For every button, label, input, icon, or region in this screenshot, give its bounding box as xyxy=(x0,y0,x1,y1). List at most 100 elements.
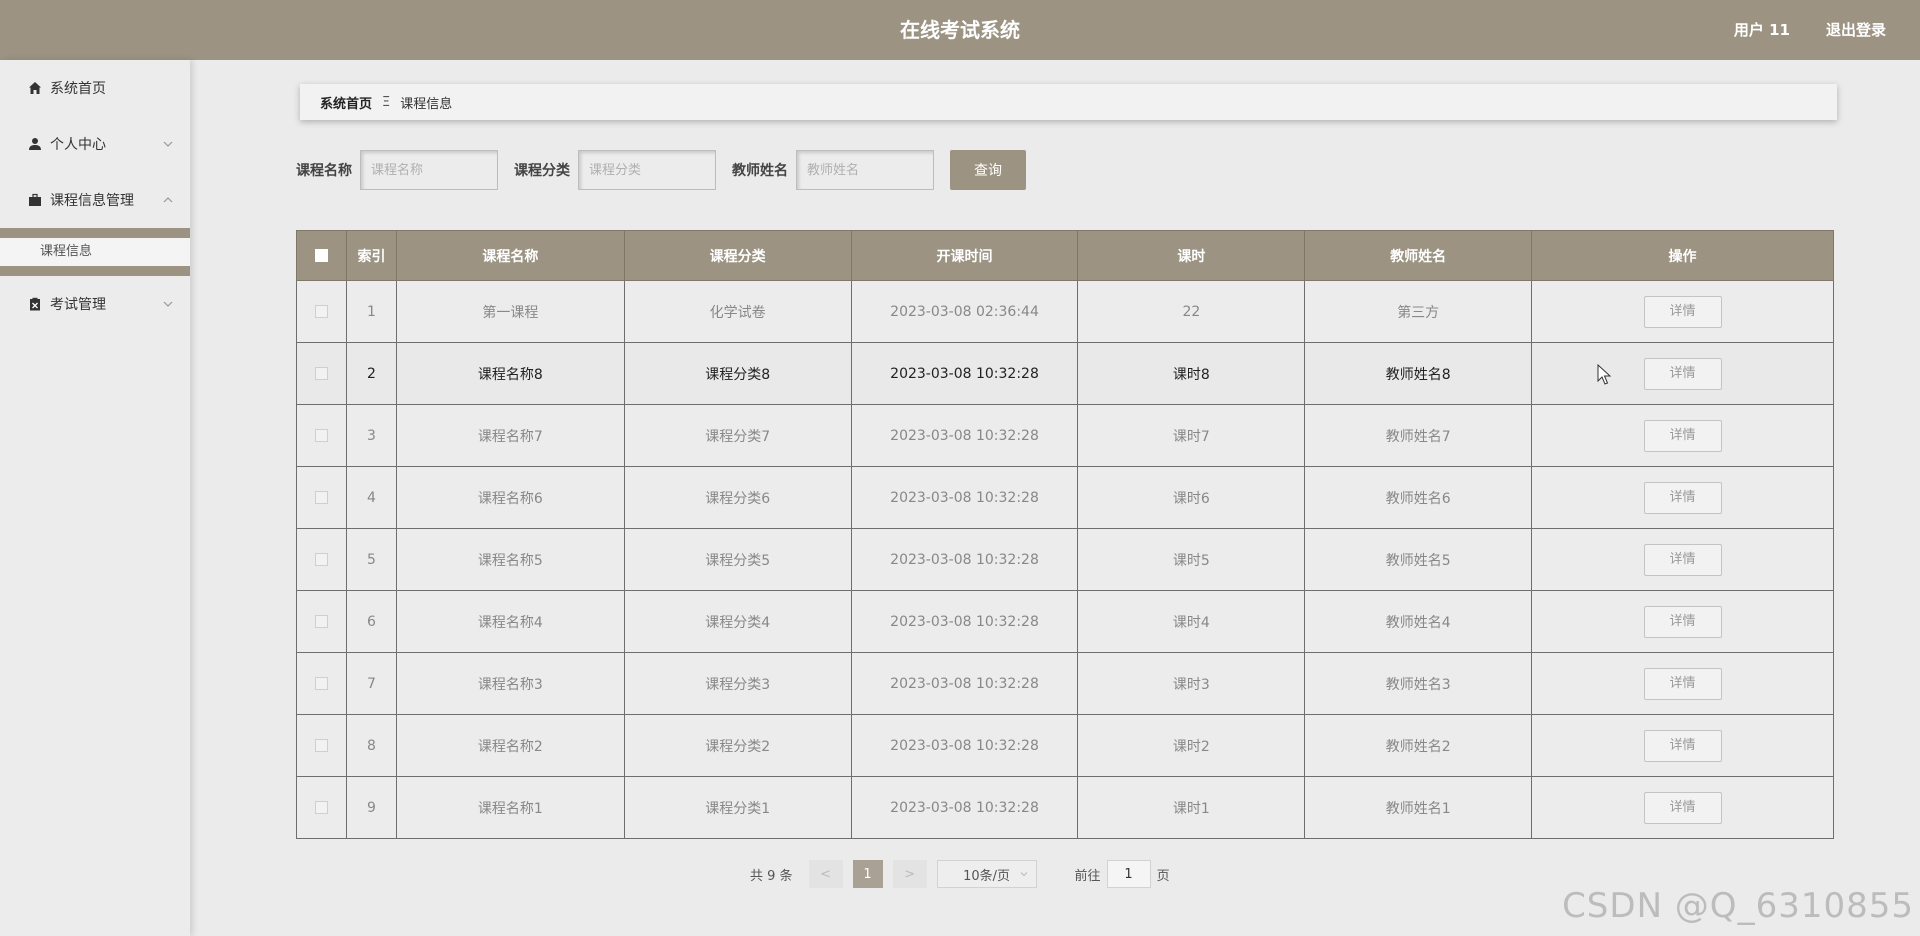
detail-button[interactable]: 详情 xyxy=(1643,419,1722,452)
cell-hours: 课时2 xyxy=(1077,714,1306,777)
cell-course-name: 课程名称6 xyxy=(395,466,625,529)
mouse-cursor-icon xyxy=(1597,364,1611,385)
page-suffix: 页 xyxy=(1156,868,1170,884)
cell-hours: 课时4 xyxy=(1077,590,1306,653)
category-input[interactable] xyxy=(578,150,716,190)
sidebar-item-label: 个人中心 xyxy=(50,137,106,153)
chevron-down-icon xyxy=(1020,872,1027,877)
submenu-divider xyxy=(0,266,190,276)
select-all-checkbox[interactable] xyxy=(314,249,328,262)
column-header: 索引 xyxy=(345,230,397,281)
row-checkbox[interactable] xyxy=(314,615,328,628)
detail-button[interactable]: 详情 xyxy=(1643,729,1722,762)
logout-button[interactable]: 退出登录 xyxy=(1826,0,1886,60)
detail-button[interactable]: 详情 xyxy=(1643,481,1722,514)
detail-button[interactable]: 详情 xyxy=(1643,543,1722,576)
cell-teacher: 教师姓名1 xyxy=(1304,776,1533,839)
row-checkbox[interactable] xyxy=(314,801,328,814)
cell-index: 9 xyxy=(345,776,397,839)
column-header: 课时 xyxy=(1077,230,1306,281)
cell-course-name: 第一课程 xyxy=(395,280,625,343)
cell-course-name: 课程名称5 xyxy=(395,528,625,591)
sidebar-item-course-mgmt[interactable]: 课程信息管理 xyxy=(0,172,190,228)
watermark: CSDN @Q_6310855 xyxy=(1562,886,1914,926)
cell-hours: 22 xyxy=(1077,280,1306,343)
cell-category: 课程分类4 xyxy=(623,590,852,653)
cell-index: 7 xyxy=(345,652,397,715)
app-title: 在线考试系统 xyxy=(900,18,1020,42)
cell-hours: 课时3 xyxy=(1077,652,1306,715)
breadcrumb-current: 课程信息 xyxy=(400,96,453,112)
row-checkbox[interactable] xyxy=(314,367,328,380)
cell-start-time: 2023-03-08 10:32:28 xyxy=(850,466,1079,529)
course-table: 索引 课程名称 课程分类 开课时间 课时 教师姓名 操作 1 第一课程 化学试卷… xyxy=(296,230,1834,839)
cell-course-name: 课程名称8 xyxy=(395,342,625,405)
top-bar: 在线考试系统 用户 11 退出登录 xyxy=(0,0,1920,60)
detail-button[interactable]: 详情 xyxy=(1643,667,1722,700)
cell-start-time: 2023-03-08 10:32:28 xyxy=(850,404,1079,467)
sidebar-item-exam-mgmt[interactable]: 考试管理 xyxy=(0,276,190,332)
cell-index: 3 xyxy=(345,404,397,467)
user-name[interactable]: 用户 11 xyxy=(1734,0,1790,60)
home-icon xyxy=(28,81,42,95)
row-checkbox[interactable] xyxy=(314,305,328,318)
cell-hours: 课时6 xyxy=(1077,466,1306,529)
table-row: 3 课程名称7 课程分类7 2023-03-08 10:32:28 课时7 教师… xyxy=(296,404,1834,467)
goto-page-input[interactable] xyxy=(1106,860,1151,888)
query-button[interactable]: 查询 xyxy=(950,150,1026,190)
cell-category: 课程分类6 xyxy=(623,466,852,529)
cell-category: 课程分类2 xyxy=(623,714,852,777)
column-header: 操作 xyxy=(1531,230,1834,281)
sidebar-item-home[interactable]: 系统首页 xyxy=(0,60,190,116)
row-checkbox[interactable] xyxy=(314,677,328,690)
column-header: 开课时间 xyxy=(850,230,1079,281)
cell-start-time: 2023-03-08 10:32:28 xyxy=(850,590,1079,653)
table-row: 4 课程名称6 课程分类6 2023-03-08 10:32:28 课时6 教师… xyxy=(296,466,1834,529)
user-icon xyxy=(28,137,42,151)
cell-index: 4 xyxy=(345,466,397,529)
sidebar: 系统首页 个人中心 课程信息管理 课程信息 考试管理 xyxy=(0,60,190,936)
cell-category: 课程分类3 xyxy=(623,652,852,715)
next-page-button[interactable]: > xyxy=(892,860,927,888)
briefcase-icon xyxy=(28,193,42,207)
cell-course-name: 课程名称2 xyxy=(395,714,625,777)
cell-teacher: 教师姓名6 xyxy=(1304,466,1533,529)
detail-button[interactable]: 详情 xyxy=(1643,791,1722,824)
row-checkbox[interactable] xyxy=(314,491,328,504)
cell-index: 6 xyxy=(345,590,397,653)
page-number-button[interactable]: 1 xyxy=(852,860,883,888)
cell-index: 5 xyxy=(345,528,397,591)
prev-page-button[interactable]: < xyxy=(808,860,843,888)
page-size-select[interactable]: 10条/页 xyxy=(936,860,1037,888)
cell-hours: 课时1 xyxy=(1077,776,1306,839)
breadcrumb-separator: Ξ xyxy=(382,94,391,110)
table-row: 5 课程名称5 课程分类5 2023-03-08 10:32:28 课时5 教师… xyxy=(296,528,1834,591)
cell-start-time: 2023-03-08 10:32:28 xyxy=(850,342,1079,405)
cell-category: 化学试卷 xyxy=(623,280,852,343)
detail-button[interactable]: 详情 xyxy=(1643,357,1722,390)
cell-category: 课程分类8 xyxy=(623,342,852,405)
column-header: 课程名称 xyxy=(395,230,625,281)
course-name-input[interactable] xyxy=(360,150,498,190)
sidebar-item-personal[interactable]: 个人中心 xyxy=(0,116,190,172)
cell-teacher: 教师姓名4 xyxy=(1304,590,1533,653)
cell-course-name: 课程名称3 xyxy=(395,652,625,715)
cell-teacher: 教师姓名7 xyxy=(1304,404,1533,467)
cell-teacher: 第三方 xyxy=(1304,280,1533,343)
teacher-label: 教师姓名 xyxy=(732,163,788,179)
row-checkbox[interactable] xyxy=(314,429,328,442)
detail-button[interactable]: 详情 xyxy=(1643,605,1722,638)
cell-start-time: 2023-03-08 10:32:28 xyxy=(850,776,1079,839)
page-size-value: 10条/页 xyxy=(963,868,1011,884)
row-checkbox[interactable] xyxy=(314,739,328,752)
row-checkbox[interactable] xyxy=(314,553,328,566)
detail-button[interactable]: 详情 xyxy=(1643,295,1722,328)
cell-index: 1 xyxy=(345,280,397,343)
sidebar-item-course-info[interactable]: 课程信息 xyxy=(0,238,190,266)
teacher-input[interactable] xyxy=(796,150,934,190)
cell-teacher: 教师姓名8 xyxy=(1304,342,1533,405)
select-all-cell xyxy=(296,230,347,281)
breadcrumb-home[interactable]: 系统首页 xyxy=(320,93,372,112)
cell-start-time: 2023-03-08 02:36:44 xyxy=(850,280,1079,343)
cell-course-name: 课程名称7 xyxy=(395,404,625,467)
